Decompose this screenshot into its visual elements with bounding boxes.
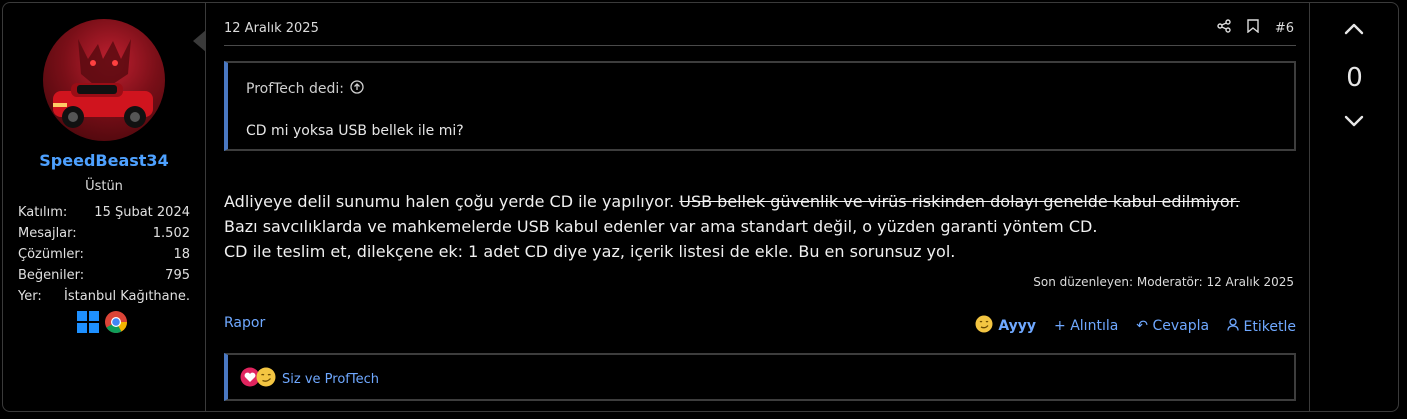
os-browser-icons xyxy=(77,311,127,337)
bubble-arrow xyxy=(193,30,206,52)
quote-author[interactable]: ProfTech dedi: xyxy=(246,80,364,98)
post-date[interactable]: 12 Aralık 2025 xyxy=(224,21,319,36)
bookmark-icon[interactable] xyxy=(1247,19,1259,37)
windows-icon xyxy=(77,311,99,337)
user-title: Üstün xyxy=(85,179,123,194)
reaction-label: Ayyy xyxy=(998,318,1037,334)
user-stats: Katılım: 15 Şubat 2024 Mesajlar: 1.502 Çöz… xyxy=(18,202,190,307)
body-strikethrough: USB bellek güvenlik ve virüs riskinden d… xyxy=(679,192,1240,211)
last-edited: Son düzenleyen: Moderatör: 12 Aralık 202… xyxy=(1033,275,1294,289)
post-header-actions: #6 xyxy=(1217,19,1294,37)
stat-value: İstanbul Kağıthane. xyxy=(64,289,190,304)
post-number[interactable]: #6 xyxy=(1275,21,1294,36)
quote-button[interactable]: + Alıntıla xyxy=(1054,318,1118,334)
reaction-button[interactable]: Ayyy xyxy=(975,315,1036,337)
chevron-down-icon[interactable] xyxy=(1344,113,1364,132)
body-line-1: Adliyeye delil sunumu halen çoğu yerde C… xyxy=(224,189,1304,214)
report-link[interactable]: Rapor xyxy=(224,315,265,331)
tag-label: Etiketle xyxy=(1243,318,1296,335)
stat-value: 18 xyxy=(173,247,190,262)
body-line-2: Bazı savcılıklarda ve mahkemelerde USB k… xyxy=(224,217,1098,236)
post-header: 12 Aralık 2025 #6 xyxy=(224,3,1296,46)
stat-value: 1.502 xyxy=(152,226,190,241)
share-icon[interactable] xyxy=(1217,19,1231,37)
vote-pane: 0 xyxy=(1309,3,1399,411)
stat-label: Beğeniler: xyxy=(18,268,85,283)
user-icon xyxy=(1227,317,1243,335)
username[interactable]: SpeedBeast34 xyxy=(3,151,205,170)
stat-value: 795 xyxy=(165,268,190,283)
stat-solutions: Çözümler: 18 xyxy=(18,244,190,265)
stat-label: Mesajlar: xyxy=(18,226,77,241)
stat-joined: Katılım: 15 Şubat 2024 xyxy=(18,202,190,223)
reactions-bar: Siz ve ProfTech xyxy=(224,353,1296,401)
smirk-emoji-icon xyxy=(975,315,993,337)
quote-label: Alıntıla xyxy=(1070,318,1119,334)
stat-label: Çözümler: xyxy=(18,247,84,262)
quote-block: ProfTech dedi: CD mi yoksa USB bellek il… xyxy=(224,61,1296,151)
plus-icon: + xyxy=(1054,318,1066,334)
reply-label: Cevapla xyxy=(1152,318,1210,334)
vote-count: 0 xyxy=(1346,63,1363,93)
chrome-icon xyxy=(105,311,127,337)
smirk-emoji-icon xyxy=(256,367,276,391)
footer-actions: Ayyy + Alıntıla ↶ Cevapla Etiketle xyxy=(975,315,1296,337)
post-body: Adliyeye delil sunumu halen çoğu yerde C… xyxy=(224,189,1304,264)
quote-text: CD mi yoksa USB bellek ile mi? xyxy=(246,123,464,139)
reply-button[interactable]: ↶ Cevapla xyxy=(1136,318,1209,334)
stat-likes: Beğeniler: 795 xyxy=(18,265,190,286)
quote-author-label: ProfTech dedi: xyxy=(246,81,344,97)
stat-value: 15 Şubat 2024 xyxy=(94,205,190,220)
post-card: SpeedBeast34 Üstün Katılım: 15 Şubat 2024… xyxy=(2,2,1399,412)
stat-label: Katılım: xyxy=(18,205,68,220)
body-text: Adliyeye delil sunumu halen çoğu yerde C… xyxy=(224,192,675,211)
user-pane: SpeedBeast34 Üstün Katılım: 15 Şubat 2024… xyxy=(3,3,206,411)
reply-icon: ↶ xyxy=(1136,318,1149,334)
stat-messages: Mesajlar: 1.502 xyxy=(18,223,190,244)
reaction-icons xyxy=(240,367,276,391)
post-footer: Rapor Ayyy + Alıntıla ↶ Cevapla Etiketle xyxy=(224,315,1296,335)
avatar[interactable] xyxy=(43,19,165,141)
stat-label: Yer: xyxy=(18,289,42,304)
body-line-3: CD ile teslim et, dilekçene ek: 1 adet C… xyxy=(224,242,956,261)
stat-location: Yer: İstanbul Kağıthane. xyxy=(18,286,190,307)
tag-button[interactable]: Etiketle xyxy=(1227,317,1296,335)
post-content: 12 Aralık 2025 #6 ProfTech dedi: CD mi y… xyxy=(206,3,1310,411)
reactions-summary[interactable]: Siz ve ProfTech xyxy=(240,367,379,391)
reactions-text: Siz ve ProfTech xyxy=(282,371,379,387)
chevron-up-icon[interactable] xyxy=(1344,21,1364,40)
arrow-up-circle-icon[interactable] xyxy=(350,80,364,98)
